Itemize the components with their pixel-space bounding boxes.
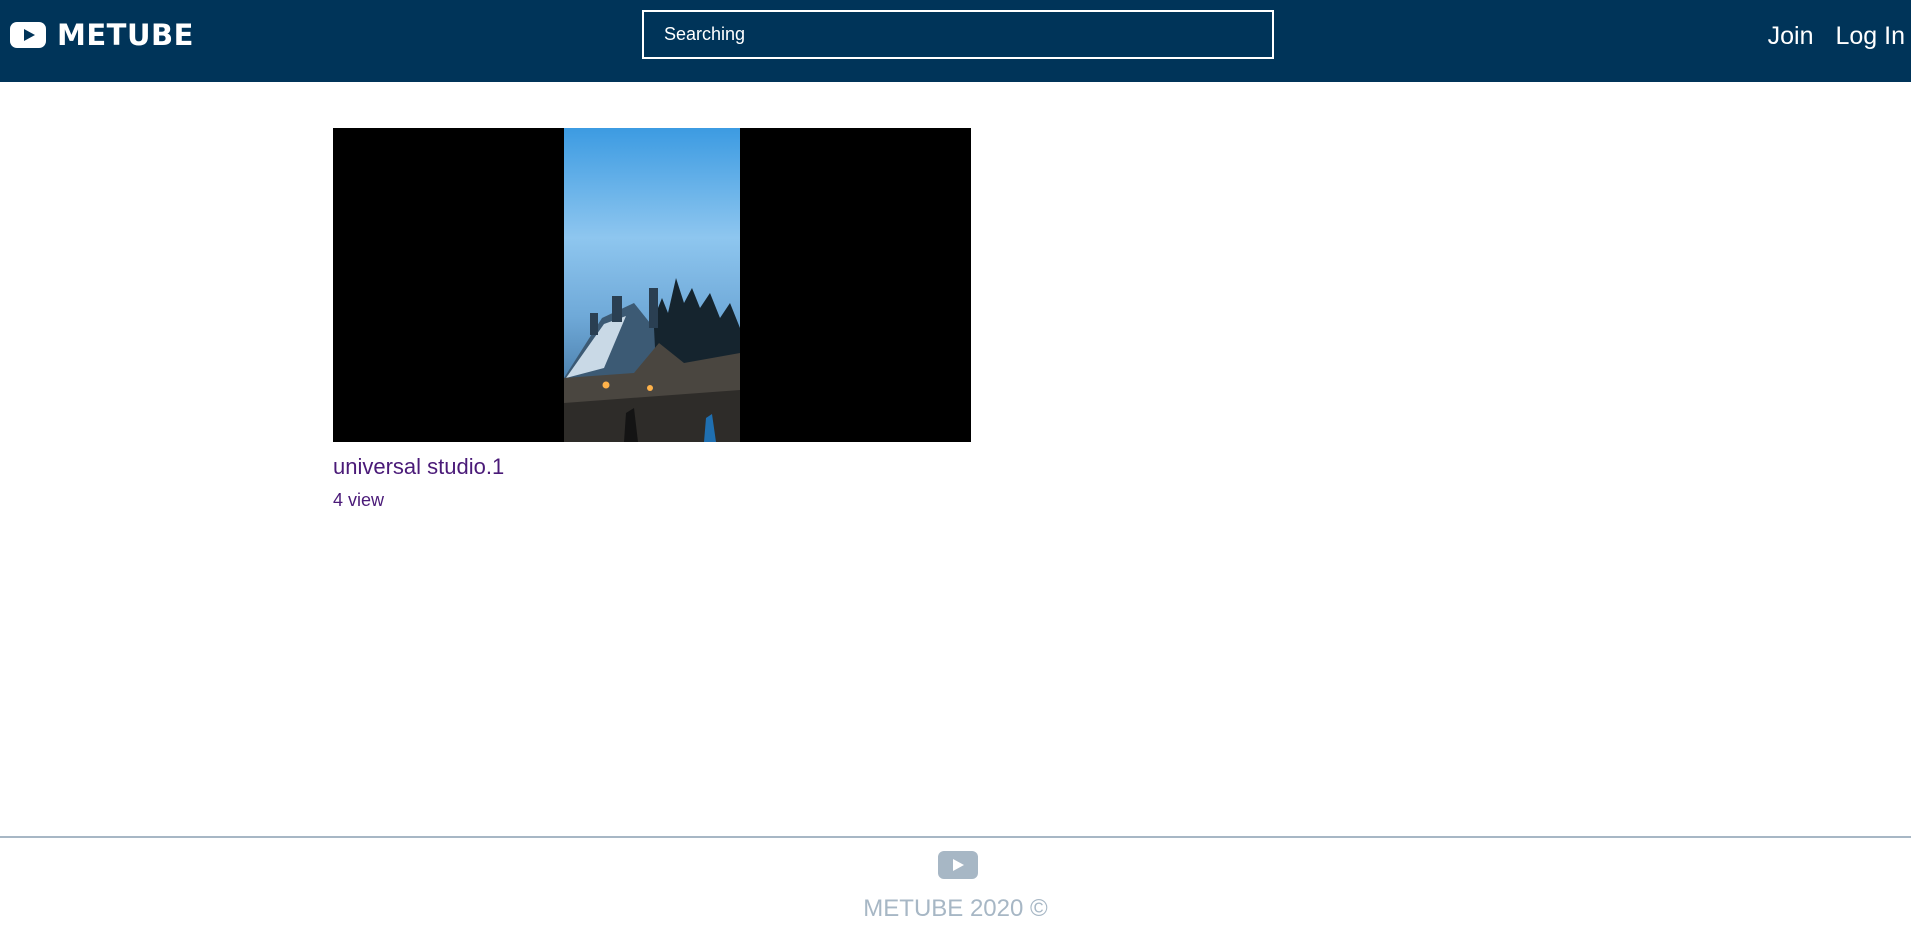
footer-divider [0, 836, 1911, 838]
header-nav: Join Log In [1768, 20, 1905, 52]
youtube-play-icon [10, 22, 46, 48]
thumbnail-image [564, 128, 740, 442]
video-card[interactable]: universal studio.1 4 view [333, 128, 971, 511]
join-link[interactable]: Join [1768, 22, 1814, 51]
video-views: 4 view [333, 490, 385, 510]
footer-copyright: METUBE 2020 © [863, 895, 1048, 922]
video-thumbnail[interactable] [333, 128, 971, 442]
login-link[interactable]: Log In [1835, 22, 1905, 51]
home-logo[interactable]: METUBE [10, 17, 194, 53]
youtube-play-icon [938, 851, 978, 879]
video-title[interactable]: universal studio.1 [333, 454, 971, 480]
search-input[interactable] [642, 10, 1274, 59]
brand-name: METUBE [57, 18, 194, 52]
top-header: METUBE Join Log In [0, 0, 1911, 82]
